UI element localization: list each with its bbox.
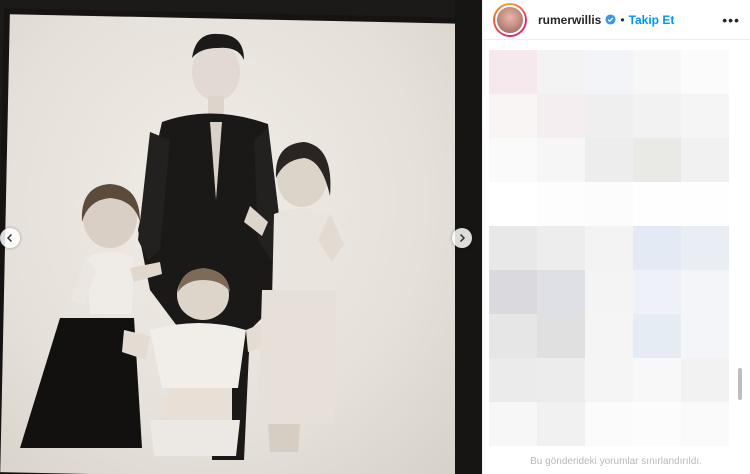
- blurred-cell: [633, 402, 681, 446]
- instagram-post: rumerwillis • Takip Et ••• Bu gönderidek…: [0, 0, 750, 474]
- blurred-cell: [585, 402, 633, 446]
- chevron-right-icon: [459, 233, 466, 243]
- follow-button[interactable]: Takip Et: [629, 13, 675, 27]
- blurred-cell: [681, 402, 729, 446]
- blurred-comments-area: [487, 46, 743, 446]
- previous-photo-button[interactable]: [0, 228, 20, 248]
- blurred-cell: [633, 50, 681, 94]
- blurred-cell: [585, 182, 633, 226]
- blurred-cell: [537, 402, 585, 446]
- blurred-cell: [585, 94, 633, 138]
- blurred-cell: [489, 270, 537, 314]
- blurred-cell: [681, 270, 729, 314]
- chevron-left-icon: [6, 233, 13, 243]
- blurred-cell: [681, 50, 729, 94]
- comments-scrollbar[interactable]: [738, 368, 742, 400]
- blurred-cell: [633, 182, 681, 226]
- blurred-cell: [489, 50, 537, 94]
- blurred-cell: [681, 182, 729, 226]
- blurred-cell: [633, 138, 681, 182]
- blurred-cell: [681, 226, 729, 270]
- post-photo[interactable]: [0, 0, 482, 474]
- post-header: rumerwillis • Takip Et •••: [483, 0, 750, 40]
- blurred-cell: [585, 226, 633, 270]
- verified-badge-icon: [605, 14, 616, 25]
- blurred-cell: [585, 358, 633, 402]
- blurred-cell: [633, 358, 681, 402]
- blurred-cell: [585, 270, 633, 314]
- blurred-cell: [633, 314, 681, 358]
- blurred-cell: [489, 314, 537, 358]
- blurred-cell: [489, 402, 537, 446]
- blurred-cell: [633, 94, 681, 138]
- blurred-cell: [537, 226, 585, 270]
- blurred-cell: [681, 358, 729, 402]
- blurred-cell: [489, 182, 537, 226]
- more-options-icon[interactable]: •••: [722, 12, 740, 28]
- blurred-cell: [489, 138, 537, 182]
- blurred-cell: [537, 138, 585, 182]
- blurred-cell: [537, 50, 585, 94]
- username-link[interactable]: rumerwillis: [538, 13, 601, 27]
- blurred-cell: [585, 138, 633, 182]
- avatar-story-ring[interactable]: [493, 2, 527, 37]
- header-separator: •: [620, 12, 625, 27]
- blurred-cell: [681, 314, 729, 358]
- blurred-cell: [681, 94, 729, 138]
- blurred-cell: [537, 182, 585, 226]
- blurred-cell: [489, 226, 537, 270]
- blurred-cell: [633, 226, 681, 270]
- blurred-cell: [633, 270, 681, 314]
- next-photo-button[interactable]: [452, 228, 472, 248]
- blurred-cell: [585, 314, 633, 358]
- blurred-cell: [681, 138, 729, 182]
- blurred-cell: [537, 270, 585, 314]
- blurred-cell: [489, 94, 537, 138]
- comments-restricted-notice: Bu gönderideki yorumlar sınırlandırıldı.: [530, 456, 702, 467]
- blurred-cell: [537, 94, 585, 138]
- blurred-cell: [537, 358, 585, 402]
- family-photo-illustration: [20, 0, 482, 474]
- blurred-cell: [585, 50, 633, 94]
- post-side-panel: rumerwillis • Takip Et •••: [482, 0, 750, 474]
- blurred-cell: [489, 358, 537, 402]
- avatar: [495, 4, 525, 35]
- blurred-cell: [537, 314, 585, 358]
